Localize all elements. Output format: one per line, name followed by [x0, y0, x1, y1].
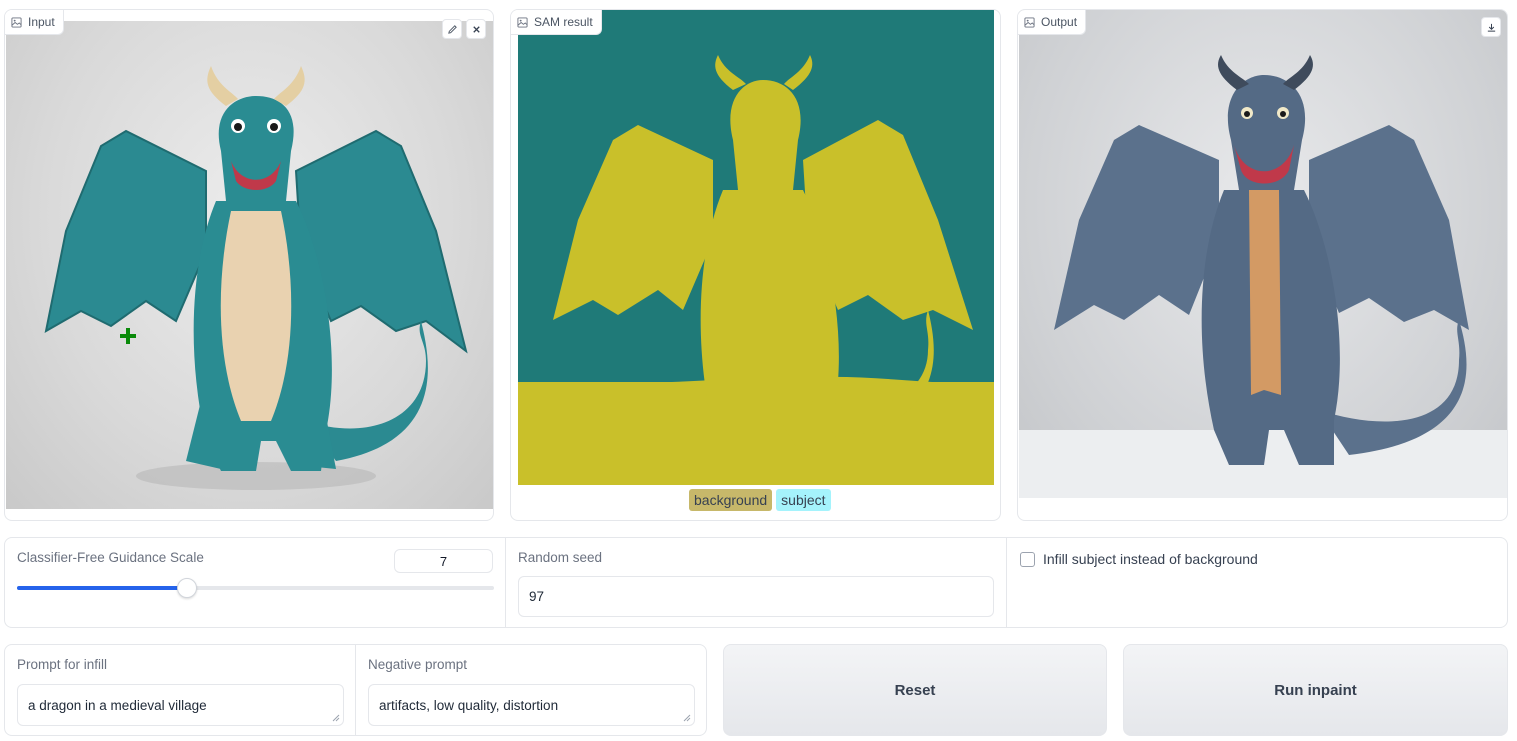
divider	[1006, 538, 1007, 627]
clear-image-button[interactable]	[466, 19, 486, 39]
output-label: Output	[1041, 15, 1078, 29]
input-image[interactable]	[6, 21, 493, 509]
output-dragon-illustration	[1019, 55, 1507, 498]
output-image-panel: Output	[1017, 9, 1508, 521]
negative-prompt-label: Negative prompt	[368, 657, 468, 672]
output-image	[1019, 10, 1507, 498]
download-button[interactable]	[1481, 17, 1501, 37]
input-image-panel[interactable]: Input	[4, 9, 494, 521]
sam-mask	[518, 55, 994, 485]
close-icon	[472, 25, 480, 33]
legend-background: background	[689, 489, 773, 511]
slider-fill	[17, 586, 187, 590]
resize-grip-icon[interactable]	[683, 714, 691, 722]
image-icon	[517, 16, 528, 28]
negative-prompt-textarea[interactable]: artifacts, low quality, distortion	[368, 684, 695, 726]
legend-subject: subject	[776, 489, 831, 511]
image-icon	[11, 16, 22, 28]
sam-label: SAM result	[534, 15, 593, 29]
cfg-slider[interactable]	[17, 578, 494, 598]
seed-input[interactable]: 97	[518, 576, 994, 617]
prompts-row: Prompt for infill a dragon in a medieval…	[4, 644, 707, 736]
negative-prompt-value: artifacts, low quality, distortion	[379, 697, 559, 713]
input-label: Input	[28, 15, 55, 29]
infill-subject-label: Infill subject instead of background	[1043, 551, 1258, 567]
cfg-label: Classifier-Free Guidance Scale	[17, 550, 204, 565]
output-label-tab: Output	[1018, 10, 1087, 35]
run-inpaint-button[interactable]: Run inpaint	[1123, 644, 1508, 736]
reset-button[interactable]: Reset	[723, 644, 1107, 736]
prompt-label: Prompt for infill	[17, 657, 108, 672]
cfg-number-input[interactable]: 7	[394, 549, 493, 573]
input-label-tab: Input	[5, 10, 64, 35]
sam-label-tab: SAM result	[511, 10, 602, 35]
point-marker	[120, 328, 136, 344]
seed-label: Random seed	[518, 550, 603, 565]
resize-grip-icon[interactable]	[332, 714, 340, 722]
divider	[505, 538, 506, 627]
sam-result-panel: SAM result background subject	[510, 9, 1001, 521]
infill-subject-checkbox[interactable]	[1020, 552, 1035, 567]
prompt-textarea[interactable]: a dragon in a medieval village	[17, 684, 344, 726]
edit-icon	[447, 24, 457, 34]
sam-legend: background subject	[689, 489, 831, 511]
sam-mask-image	[518, 10, 994, 485]
download-icon	[1487, 23, 1495, 32]
edit-button[interactable]	[442, 19, 462, 39]
image-icon	[1024, 16, 1035, 28]
prompt-value: a dragon in a medieval village	[28, 697, 207, 713]
controls-row: Classifier-Free Guidance Scale 7 Random …	[4, 537, 1508, 628]
slider-thumb[interactable]	[176, 578, 197, 598]
divider	[355, 645, 356, 735]
dragon-illustration	[44, 66, 468, 490]
